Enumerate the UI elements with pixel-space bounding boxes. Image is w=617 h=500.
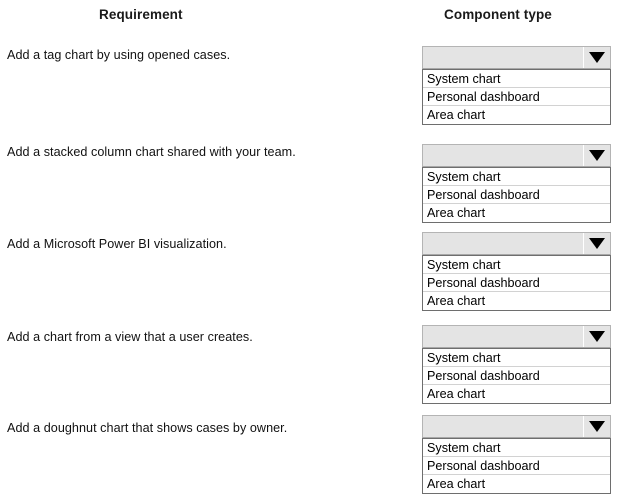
dropdown-option[interactable]: Personal dashboard [423, 88, 610, 106]
dropdown-option[interactable]: Area chart [423, 385, 610, 403]
triangle-glyph [589, 52, 605, 63]
dropdown-option[interactable]: Area chart [423, 475, 610, 493]
dropdown-closed-box[interactable] [422, 144, 611, 167]
triangle-glyph [589, 238, 605, 249]
component-type-dropdown[interactable]: System chart Personal dashboard Area cha… [422, 232, 611, 311]
dropdown-option[interactable]: Area chart [423, 204, 610, 222]
triangle-glyph [589, 421, 605, 432]
dropdown-option[interactable]: System chart [423, 70, 610, 88]
component-type-dropdown[interactable]: System chart Personal dashboard Area cha… [422, 325, 611, 404]
chevron-down-icon[interactable] [583, 326, 610, 347]
triangle-glyph [589, 150, 605, 161]
chevron-down-icon[interactable] [583, 47, 610, 68]
requirement-text: Add a doughnut chart that shows cases by… [7, 421, 288, 435]
chevron-down-icon[interactable] [583, 416, 610, 437]
component-type-dropdown[interactable]: System chart Personal dashboard Area cha… [422, 144, 611, 223]
dropdown-option[interactable]: Personal dashboard [423, 186, 610, 204]
dropdown-option[interactable]: System chart [423, 256, 610, 274]
dropdown-closed-box[interactable] [422, 232, 611, 255]
dropdown-option[interactable]: System chart [423, 439, 610, 457]
dropdown-closed-box[interactable] [422, 46, 611, 69]
chevron-down-icon[interactable] [583, 233, 610, 254]
component-type-dropdown[interactable]: System chart Personal dashboard Area cha… [422, 415, 611, 494]
dropdown-closed-box[interactable] [422, 415, 611, 438]
dropdown-option-list[interactable]: System chart Personal dashboard Area cha… [422, 69, 611, 125]
requirement-text: Add a stacked column chart shared with y… [7, 145, 296, 159]
dropdown-option-list[interactable]: System chart Personal dashboard Area cha… [422, 348, 611, 404]
requirement-text: Add a Microsoft Power BI visualization. [7, 237, 227, 251]
column-header-requirement: Requirement [99, 7, 183, 22]
column-header-component-type: Component type [444, 7, 552, 22]
dropdown-option[interactable]: Area chart [423, 292, 610, 310]
dropdown-option[interactable]: System chart [423, 349, 610, 367]
triangle-glyph [589, 331, 605, 342]
dropdown-option-list[interactable]: System chart Personal dashboard Area cha… [422, 167, 611, 223]
dropdown-option-list[interactable]: System chart Personal dashboard Area cha… [422, 255, 611, 311]
chevron-down-icon[interactable] [583, 145, 610, 166]
dropdown-option[interactable]: System chart [423, 168, 610, 186]
requirement-text: Add a tag chart by using opened cases. [7, 48, 231, 62]
component-type-dropdown[interactable]: System chart Personal dashboard Area cha… [422, 46, 611, 125]
dropdown-option[interactable]: Personal dashboard [423, 367, 610, 385]
dropdown-option[interactable]: Personal dashboard [423, 274, 610, 292]
dropdown-closed-box[interactable] [422, 325, 611, 348]
dropdown-option-list[interactable]: System chart Personal dashboard Area cha… [422, 438, 611, 494]
dropdown-option[interactable]: Personal dashboard [423, 457, 610, 475]
dropdown-option[interactable]: Area chart [423, 106, 610, 124]
requirement-text: Add a chart from a view that a user crea… [7, 330, 253, 344]
requirement-component-matrix: Requirement Component type Add a tag cha… [0, 0, 617, 500]
